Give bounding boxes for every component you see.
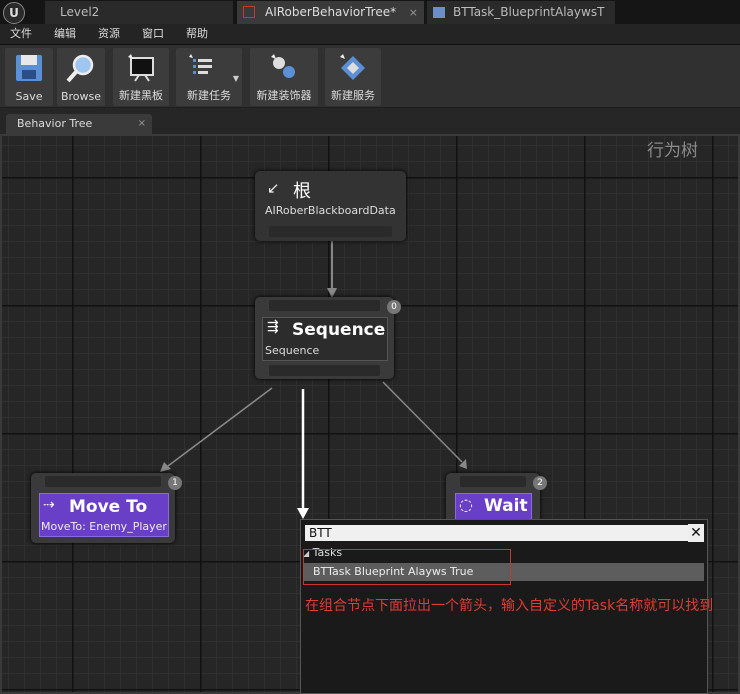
node-title: Wait bbox=[484, 496, 528, 516]
annotation-highlight-box bbox=[303, 549, 511, 585]
output-pin[interactable] bbox=[269, 226, 392, 237]
wait-icon: ◌ bbox=[459, 495, 473, 514]
move-to-node[interactable]: ⇢ Move To MoveTo: Enemy_Player bbox=[31, 473, 175, 543]
sequence-icon: ⇶ bbox=[267, 319, 279, 335]
move-to-icon: ⇢ bbox=[43, 497, 55, 513]
clear-search-icon[interactable]: ✕ bbox=[688, 524, 704, 542]
annotation-text: 在组合节点下面拉出一个箭头，输入自定义的Task名称就可以找到 bbox=[305, 598, 714, 614]
input-pin[interactable] bbox=[45, 476, 161, 487]
input-pin[interactable] bbox=[460, 476, 526, 487]
connection-sequence-wait bbox=[382, 381, 463, 463]
arrow-head bbox=[297, 508, 309, 519]
node-subtitle: MoveTo: Enemy_Player bbox=[41, 520, 167, 533]
search-input[interactable] bbox=[305, 525, 693, 541]
execution-order-badge: 1 bbox=[168, 476, 182, 490]
execution-order-badge: 0 bbox=[387, 300, 401, 314]
output-pin[interactable] bbox=[269, 365, 380, 376]
wait-node[interactable]: ◌ Wait bbox=[446, 473, 540, 525]
arrow-head bbox=[160, 462, 171, 472]
root-node[interactable]: ↙ 根 AIRoberBlackboardData bbox=[255, 171, 406, 241]
sequence-node[interactable]: ⇶ Sequence Sequence bbox=[255, 297, 394, 379]
node-title: Sequence bbox=[292, 320, 386, 340]
node-title: 根 bbox=[293, 181, 311, 202]
execution-order-badge: 2 bbox=[533, 476, 547, 490]
connection-sequence-moveto bbox=[167, 387, 273, 467]
input-pin[interactable] bbox=[269, 300, 380, 311]
node-subtitle: AIRoberBlackboardData bbox=[265, 204, 396, 217]
node-subtitle: Sequence bbox=[265, 344, 320, 357]
root-icon: ↙ bbox=[267, 179, 280, 197]
node-title: Move To bbox=[69, 497, 148, 517]
